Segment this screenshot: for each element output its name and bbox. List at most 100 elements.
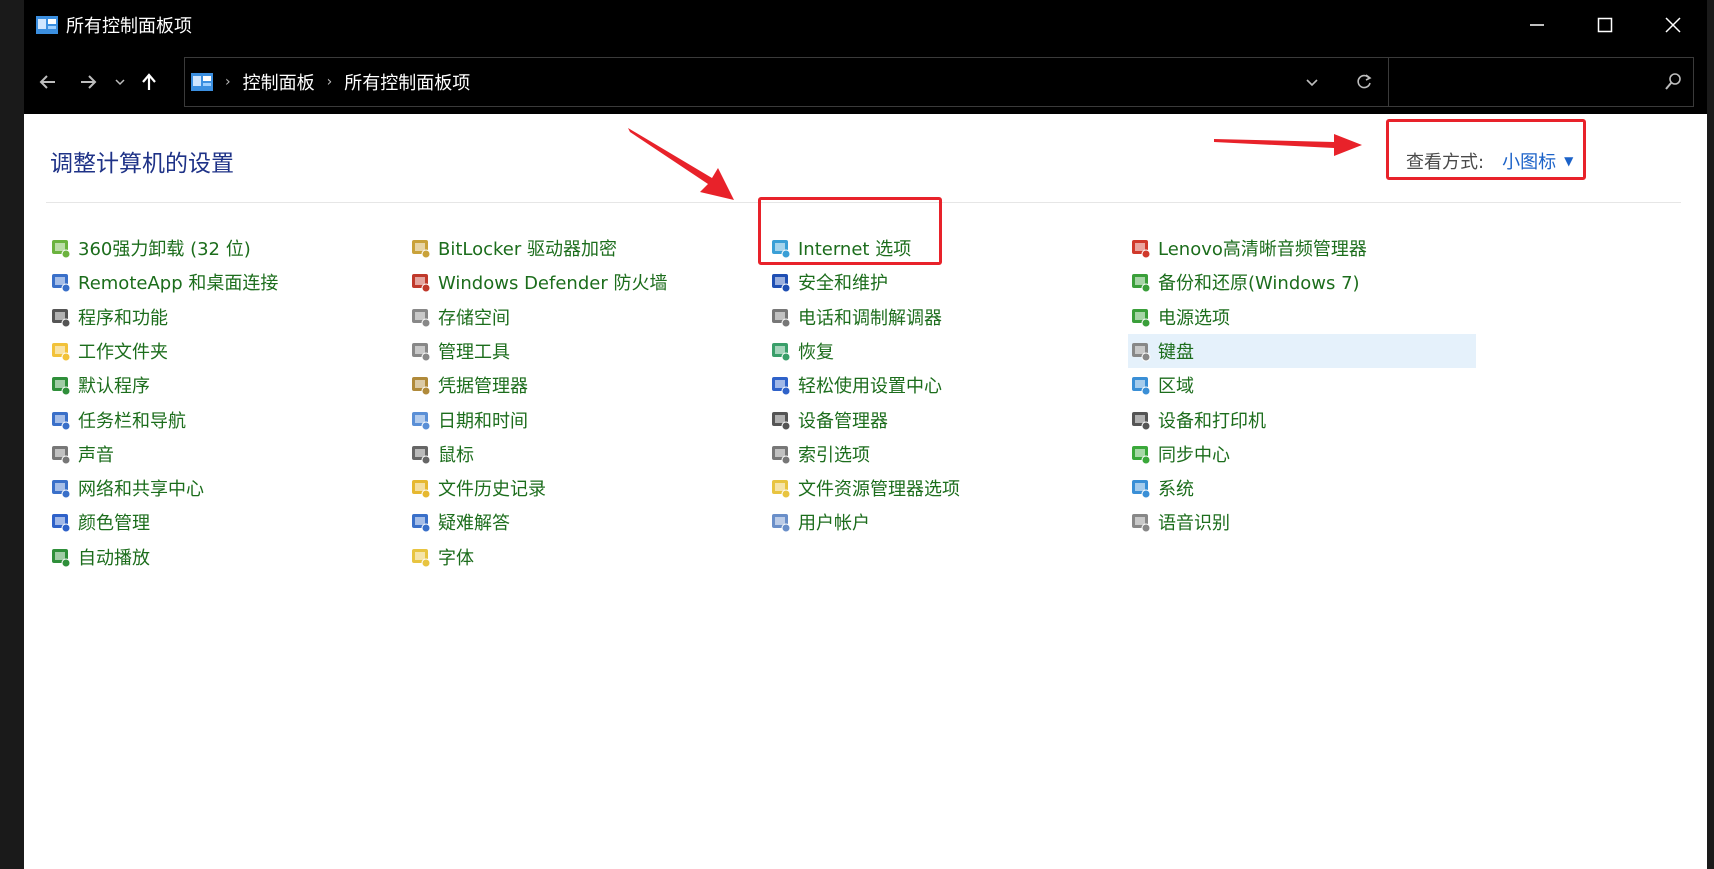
control-panel-item-label: 语音识别 xyxy=(1158,513,1230,535)
control-panel-item-label: 系统 xyxy=(1158,479,1194,501)
minimize-button[interactable] xyxy=(1503,0,1571,50)
control-panel-item[interactable]: 程序和功能 xyxy=(48,300,408,334)
control-panel-item[interactable]: 鼠标 xyxy=(408,437,768,471)
control-panel-item[interactable]: 管理工具 xyxy=(408,334,768,368)
chevron-down-icon xyxy=(115,79,125,86)
close-button[interactable] xyxy=(1639,0,1707,50)
control-panel-item-label: 工作文件夹 xyxy=(78,341,168,363)
control-panel-item-label: 程序和功能 xyxy=(78,307,168,329)
annotation-box-internet-options xyxy=(758,197,942,265)
control-panel-item[interactable]: 疑难解答 xyxy=(408,505,768,539)
control-panel-icon xyxy=(36,16,58,34)
phone-modem-icon xyxy=(772,308,791,328)
control-panel-item[interactable]: 安全和维护 xyxy=(768,265,1128,299)
minimize-icon xyxy=(1530,24,1544,26)
forward-button[interactable] xyxy=(68,62,108,102)
control-panel-item[interactable]: 文件资源管理器选项 xyxy=(768,471,1128,505)
control-panel-item[interactable]: 索引选项 xyxy=(768,437,1128,471)
control-panel-item[interactable]: 工作文件夹 xyxy=(48,334,408,368)
control-panel-item[interactable]: 语音识别 xyxy=(1128,505,1488,539)
control-panel-item[interactable]: 备份和还原(Windows 7) xyxy=(1128,265,1488,299)
address-dropdown-button[interactable] xyxy=(1286,58,1338,106)
arrow-left-icon xyxy=(39,75,55,89)
control-panel-item[interactable]: 系统 xyxy=(1128,471,1488,505)
control-panel-item[interactable]: 键盘 xyxy=(1128,333,1476,368)
control-panel-item[interactable]: 任务栏和导航 xyxy=(48,403,408,437)
control-panel-item[interactable]: 轻松使用设置中心 xyxy=(768,368,1128,402)
control-panel-item[interactable]: 电话和调制解调器 xyxy=(768,300,1128,334)
annotation-arrow-icon xyxy=(628,128,734,200)
control-panel-item[interactable]: Lenovo高清晰音频管理器 xyxy=(1128,231,1488,265)
control-panel-item-label: 文件历史记录 xyxy=(438,479,546,501)
control-panel-item[interactable]: 存储空间 xyxy=(408,300,768,334)
explorer-options-icon xyxy=(772,480,791,499)
arrow-right-icon xyxy=(81,75,97,89)
control-panel-window: 所有控制面板项 › 控制面板 › 所有控制面板项 调整计算机的设置 查看方式: … xyxy=(24,0,1707,869)
arrow-up-icon xyxy=(142,73,156,90)
control-panel-item[interactable]: 网络和共享中心 xyxy=(48,471,408,505)
control-panel-item-label: 轻松使用设置中心 xyxy=(798,376,942,398)
control-panel-item[interactable]: Windows Defender 防火墙 xyxy=(408,265,768,299)
autoplay-icon xyxy=(52,548,71,568)
address-toolbar: › 控制面板 › 所有控制面板项 xyxy=(24,50,1707,114)
admin-tools-icon xyxy=(412,342,431,362)
annotation-arrow-icon xyxy=(1214,134,1362,156)
control-panel-item-label: 鼠标 xyxy=(438,444,474,466)
address-bar[interactable]: › 控制面板 › 所有控制面板项 xyxy=(184,57,1391,107)
control-panel-item-label: 管理工具 xyxy=(438,341,510,363)
work-folders-icon xyxy=(52,342,71,362)
breadcrumb-all-items[interactable]: 所有控制面板项 xyxy=(344,69,470,95)
control-panel-item[interactable]: 日期和时间 xyxy=(408,403,768,437)
mouse-icon xyxy=(412,445,431,465)
recovery-icon xyxy=(772,342,791,362)
control-panel-item-label: 电话和调制解调器 xyxy=(798,307,942,329)
programs-icon xyxy=(52,308,71,328)
control-panel-item[interactable]: 颜色管理 xyxy=(48,505,408,539)
control-panel-item[interactable]: 设备和打印机 xyxy=(1128,403,1488,437)
region-icon xyxy=(1132,377,1151,396)
recent-locations-button[interactable] xyxy=(108,62,132,102)
control-panel-item-label: 存储空间 xyxy=(438,307,510,329)
control-panel-item[interactable]: 凭据管理器 xyxy=(408,368,768,402)
control-panel-item[interactable]: 文件历史记录 xyxy=(408,471,768,505)
fonts-icon xyxy=(412,548,431,568)
control-panel-item[interactable]: 字体 xyxy=(408,540,768,574)
speaker-icon xyxy=(52,445,71,465)
maximize-button[interactable] xyxy=(1571,0,1639,50)
control-panel-item-label: 同步中心 xyxy=(1158,444,1230,466)
search-input[interactable] xyxy=(1397,66,1651,100)
microphone-icon xyxy=(1132,514,1151,533)
control-panel-item-label: BitLocker 驱动器加密 xyxy=(438,239,618,260)
control-panel-item[interactable]: 区域 xyxy=(1128,368,1488,402)
control-panel-item[interactable]: 设备管理器 xyxy=(768,403,1128,437)
control-panel-item[interactable]: 恢复 xyxy=(768,334,1128,368)
control-panel-item[interactable]: BitLocker 驱动器加密 xyxy=(408,231,768,265)
control-panel-item-label: 区域 xyxy=(1158,376,1194,398)
control-panel-item-label: 日期和时间 xyxy=(438,410,528,432)
control-panel-item-label: 自动播放 xyxy=(78,547,150,569)
breadcrumb-control-panel[interactable]: 控制面板 xyxy=(243,69,315,95)
color-management-icon xyxy=(52,514,71,533)
control-panel-item[interactable]: 360强力卸载 (32 位) xyxy=(48,231,408,265)
control-panel-item-label: 备份和还原(Windows 7) xyxy=(1158,273,1360,295)
control-panel-item-label: 键盘 xyxy=(1158,341,1194,363)
taskbar-icon xyxy=(52,411,71,430)
file-history-icon xyxy=(412,480,431,499)
back-button[interactable] xyxy=(28,62,68,102)
page-title: 调整计算机的设置 xyxy=(50,151,234,177)
power-icon xyxy=(1132,308,1151,328)
control-panel-item[interactable]: 同步中心 xyxy=(1128,437,1488,471)
control-panel-item[interactable]: 电源选项 xyxy=(1128,300,1488,334)
control-panel-item[interactable]: 自动播放 xyxy=(48,540,408,574)
up-button[interactable] xyxy=(132,62,166,102)
control-panel-item[interactable]: 默认程序 xyxy=(48,368,408,402)
refresh-button[interactable] xyxy=(1338,58,1390,106)
close-icon xyxy=(1665,17,1681,33)
control-panel-item-label: Windows Defender 防火墙 xyxy=(438,273,668,295)
control-panel-item-label: 电源选项 xyxy=(1158,307,1230,329)
control-panel-item[interactable]: 用户帐户 xyxy=(768,505,1128,539)
refresh-icon xyxy=(1357,74,1372,89)
control-panel-item[interactable]: 声音 xyxy=(48,437,408,471)
control-panel-item[interactable]: RemoteApp 和桌面连接 xyxy=(48,265,408,299)
search-box[interactable] xyxy=(1388,57,1694,107)
